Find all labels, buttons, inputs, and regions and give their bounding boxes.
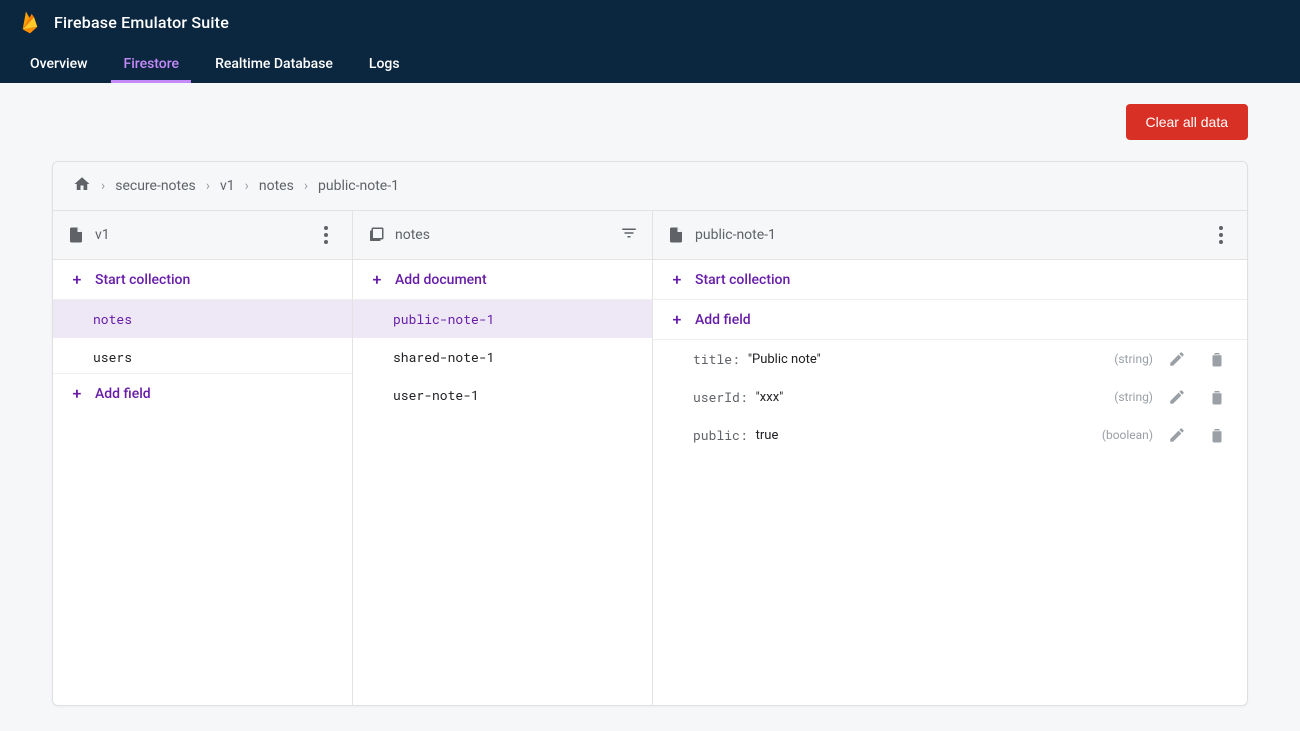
- document-icon: [667, 226, 685, 244]
- firebase-logo-icon: [20, 9, 40, 35]
- suite-title: Firebase Emulator Suite: [54, 13, 229, 32]
- edit-icon[interactable]: [1161, 419, 1193, 451]
- field-row[interactable]: title: "Public note" (string): [653, 340, 1247, 378]
- breadcrumb-item[interactable]: v1: [220, 178, 235, 194]
- column-title: public-note-1: [695, 227, 1199, 243]
- collection-item-users[interactable]: users: [53, 338, 352, 373]
- filter-icon[interactable]: [620, 224, 638, 246]
- collections-list: notes users: [53, 300, 352, 373]
- add-field-label: Add field: [695, 312, 751, 328]
- start-collection-button[interactable]: + Start collection: [653, 260, 1247, 300]
- collection-item-notes[interactable]: notes: [53, 300, 352, 338]
- delete-icon[interactable]: [1201, 381, 1233, 413]
- collection-icon: [367, 226, 385, 244]
- column-header: notes: [353, 211, 652, 260]
- add-document-label: Add document: [395, 272, 487, 288]
- documents-list: public-note-1 shared-note-1 user-note-1: [353, 300, 652, 705]
- fields-list: title: "Public note" (string) userId: "x…: [653, 340, 1247, 705]
- plus-icon: +: [69, 386, 85, 402]
- start-collection-button[interactable]: + Start collection: [53, 260, 352, 300]
- delete-icon[interactable]: [1201, 419, 1233, 451]
- breadcrumb-item[interactable]: notes: [259, 178, 294, 194]
- edit-icon[interactable]: [1161, 381, 1193, 413]
- add-field-button[interactable]: + Add field: [53, 373, 352, 413]
- column-doc-v1: v1 + Start collection notes users + Add …: [53, 211, 353, 705]
- columns: v1 + Start collection notes users + Add …: [53, 211, 1247, 705]
- header-top: Firebase Emulator Suite: [0, 0, 1300, 44]
- add-field-label: Add field: [95, 386, 151, 402]
- field-key: userId:: [693, 388, 748, 406]
- home-icon[interactable]: [73, 175, 91, 197]
- tab-logs[interactable]: Logs: [357, 44, 412, 83]
- field-type: (string): [1114, 390, 1153, 404]
- field-value: "xxx": [756, 390, 784, 405]
- start-collection-label: Start collection: [695, 272, 790, 288]
- document-item[interactable]: public-note-1: [353, 300, 652, 338]
- delete-icon[interactable]: [1201, 343, 1233, 375]
- chevron-right-icon: ›: [101, 178, 105, 194]
- tab-firestore[interactable]: Firestore: [111, 44, 191, 83]
- document-item[interactable]: shared-note-1: [353, 338, 652, 376]
- plus-icon: +: [669, 312, 685, 328]
- field-type: (boolean): [1102, 428, 1153, 442]
- more-menu-button[interactable]: [314, 226, 338, 244]
- chevron-right-icon: ›: [206, 178, 210, 194]
- edit-icon[interactable]: [1161, 343, 1193, 375]
- document-icon: [67, 226, 85, 244]
- column-collection-notes: notes + Add document public-note-1 share…: [353, 211, 653, 705]
- field-key: title:: [693, 350, 740, 368]
- field-type: (string): [1114, 352, 1153, 366]
- plus-icon: +: [369, 272, 385, 288]
- action-bar: Clear all data: [0, 83, 1300, 161]
- field-value: true: [756, 428, 779, 443]
- field-value: "Public note": [748, 352, 821, 367]
- field-row[interactable]: userId: "xxx" (string): [653, 378, 1247, 416]
- chevron-right-icon: ›: [304, 178, 308, 194]
- header-tabs: Overview Firestore Realtime Database Log…: [0, 44, 1300, 83]
- more-menu-button[interactable]: [1209, 226, 1233, 244]
- start-collection-label: Start collection: [95, 272, 190, 288]
- add-document-button[interactable]: + Add document: [353, 260, 652, 300]
- document-item[interactable]: user-note-1: [353, 376, 652, 414]
- clear-all-data-button[interactable]: Clear all data: [1126, 104, 1249, 140]
- chevron-right-icon: ›: [245, 178, 249, 194]
- app-header: Firebase Emulator Suite Overview Firesto…: [0, 0, 1300, 83]
- breadcrumb: › secure-notes › v1 › notes › public-not…: [53, 162, 1247, 211]
- plus-icon: +: [69, 272, 85, 288]
- field-row[interactable]: public: true (boolean): [653, 416, 1247, 454]
- add-field-button[interactable]: + Add field: [653, 300, 1247, 340]
- tab-overview[interactable]: Overview: [18, 44, 99, 83]
- breadcrumb-item[interactable]: secure-notes: [115, 178, 196, 194]
- column-title: v1: [95, 227, 304, 243]
- column-doc-detail: public-note-1 + Start collection + Add f…: [653, 211, 1247, 705]
- plus-icon: +: [669, 272, 685, 288]
- field-key: public:: [693, 426, 748, 444]
- tab-realtime-database[interactable]: Realtime Database: [203, 44, 345, 83]
- column-header: public-note-1: [653, 211, 1247, 260]
- breadcrumb-item[interactable]: public-note-1: [318, 178, 399, 194]
- column-header: v1: [53, 211, 352, 260]
- column-title: notes: [395, 227, 610, 243]
- firestore-panel: › secure-notes › v1 › notes › public-not…: [52, 161, 1248, 706]
